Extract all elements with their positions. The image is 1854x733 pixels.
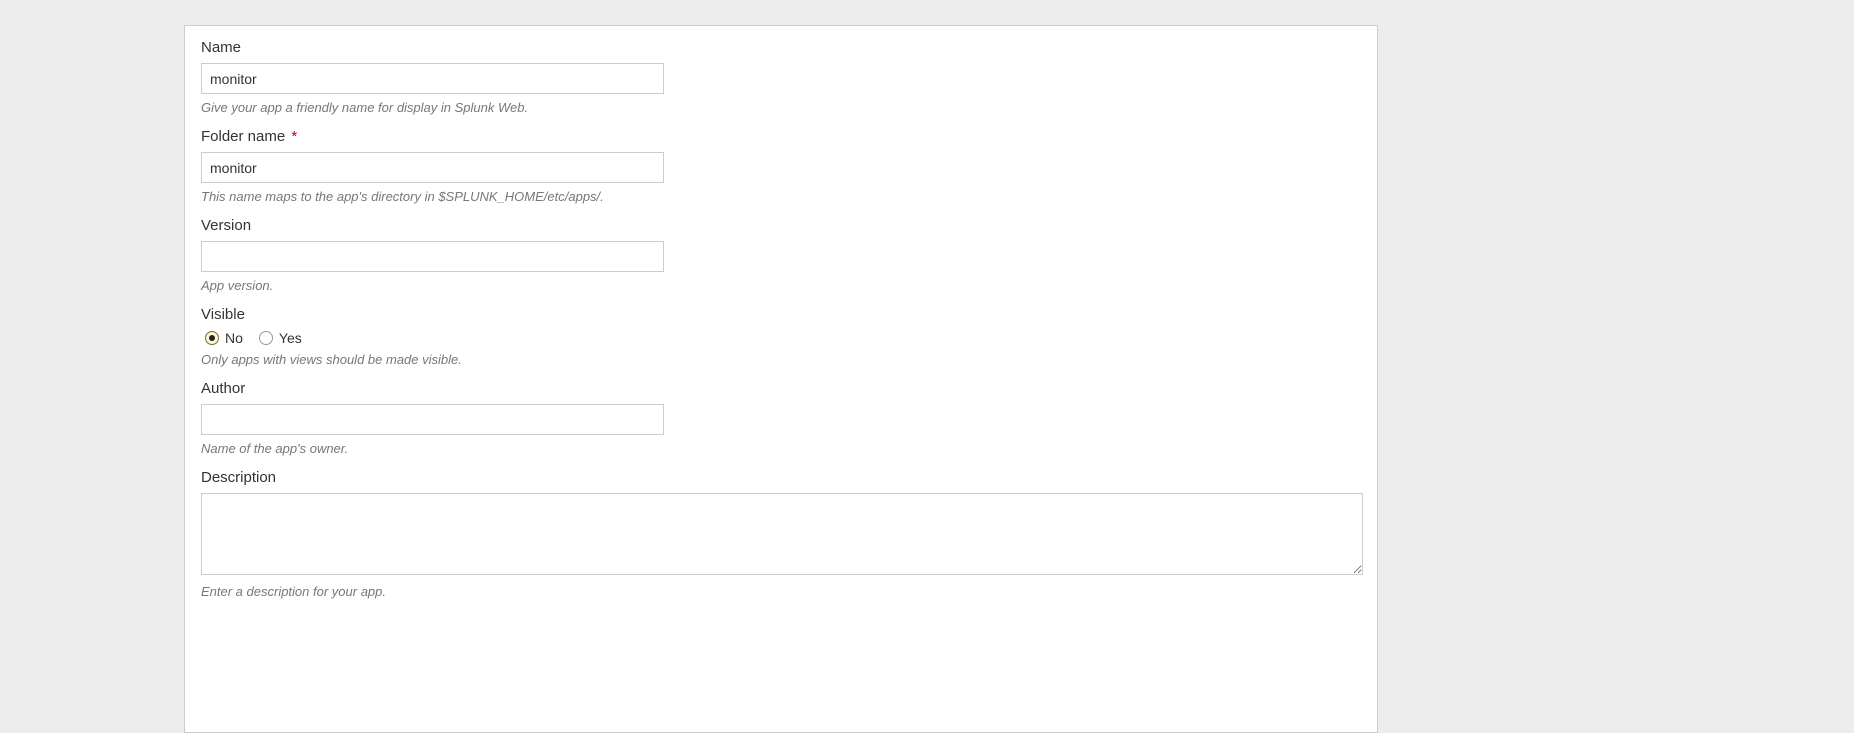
folder-input[interactable]: [201, 152, 664, 183]
name-label: Name: [201, 39, 1361, 56]
visible-radio-group: No Yes: [205, 330, 1361, 346]
name-field: Name Give your app a friendly name for d…: [201, 39, 1361, 115]
visible-help: Only apps with views should be made visi…: [201, 352, 1361, 367]
form-panel: Name Give your app a friendly name for d…: [184, 25, 1378, 733]
version-label: Version: [201, 217, 1361, 234]
author-field: Author Name of the app's owner.: [201, 380, 1361, 456]
description-field: Description Enter a description for your…: [201, 469, 1361, 599]
author-help: Name of the app's owner.: [201, 441, 1361, 456]
name-help: Give your app a friendly name for displa…: [201, 100, 1361, 115]
description-label: Description: [201, 469, 1361, 486]
description-help: Enter a description for your app.: [201, 584, 1361, 599]
name-input[interactable]: [201, 63, 664, 94]
visible-field: Visible No Yes Only apps with views shou…: [201, 306, 1361, 367]
visible-yes-radio[interactable]: [259, 331, 273, 345]
author-label: Author: [201, 380, 1361, 397]
visible-no-radio[interactable]: [205, 331, 219, 345]
folder-field: Folder name * This name maps to the app'…: [201, 128, 1361, 204]
folder-help: This name maps to the app's directory in…: [201, 189, 1361, 204]
version-field: Version App version.: [201, 217, 1361, 293]
visible-no-label[interactable]: No: [225, 330, 243, 346]
folder-label: Folder name *: [201, 128, 1361, 145]
required-asterisk: *: [291, 128, 297, 145]
visible-yes-label[interactable]: Yes: [279, 330, 302, 346]
folder-label-text: Folder name: [201, 128, 285, 145]
description-textarea[interactable]: [201, 493, 1363, 575]
visible-label: Visible: [201, 306, 1361, 323]
author-input[interactable]: [201, 404, 664, 435]
version-input[interactable]: [201, 241, 664, 272]
version-help: App version.: [201, 278, 1361, 293]
